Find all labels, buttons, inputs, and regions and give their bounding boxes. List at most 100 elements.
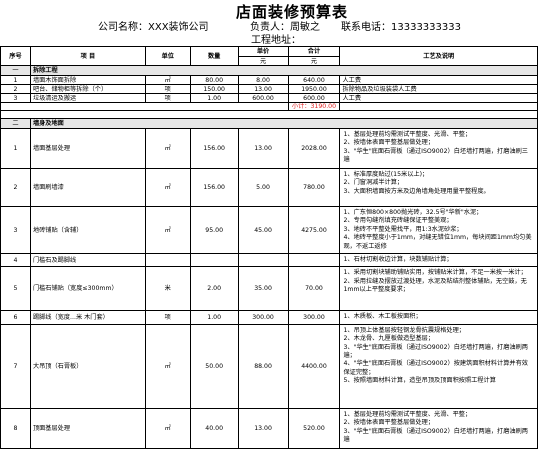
- row-price: 13.00: [237, 128, 289, 169]
- desc-line: 1、木质板、木工板按面积；: [343, 313, 422, 321]
- row-unit: ㎡: [144, 128, 191, 169]
- desc-line: 3、"华生"底面石膏板（通过ISO9002）白坯墙打两遍，打磨油刷两遍；: [343, 343, 528, 360]
- row-item: 顶面基层处理: [29, 407, 146, 449]
- row-unit: ㎡: [144, 407, 191, 449]
- desc-line: 1、采用切割块辅助铺贴实用，按铺贴米计算，不足一米按一米计；: [343, 269, 527, 277]
- row-price: [237, 253, 289, 268]
- row-item: 门槛石铺贴（宽度≤300mm）: [29, 266, 146, 312]
- row-total: [287, 253, 341, 268]
- table-row: 3 垃圾清运及搬运项 1.00 600.00 600.00 人工费: [0, 93, 538, 103]
- row-item: 吧台、储物柜等拆除（个）: [29, 84, 146, 94]
- row-price: 8.00: [237, 75, 289, 85]
- table-row: 5 门槛石铺贴（宽度≤300mm）米 2.00 35.00 70.00 1、采用切割块辅助…: [0, 266, 538, 312]
- desc-line: 4、地砖平整度小于1mm，对缝无错位1mm，每块间距1mm均匀美观，不返工返修: [343, 234, 532, 250]
- table-row: 6 踢脚线（宽度...米 木门套）项 1.00 300.00 300.00 1、木质板、木…: [0, 310, 538, 325]
- row-item: 垃圾清运及搬运: [29, 93, 146, 103]
- spacer-row: [0, 110, 538, 119]
- section-title: 拆除工程: [29, 65, 538, 76]
- row-desc: 1、采用切割块辅助铺贴实用，按铺贴米计算，不足一米按一米计； 2、采用拉缝及摆放过…: [339, 266, 538, 312]
- section-no: 二: [0, 118, 31, 129]
- desc-line: 3、地砖不平整处需找平，用1:3水泥砂浆；: [343, 225, 463, 233]
- row-desc: 人工费: [339, 93, 538, 103]
- row-item: 墙面刷墙漆: [29, 168, 146, 207]
- col-unit-price-sub: 元: [237, 56, 289, 66]
- subtotal-row: 小计：3190.00: [0, 102, 538, 111]
- section-title: 墙身及地面: [29, 118, 538, 129]
- row-total: 300.00: [287, 310, 341, 325]
- row-no: 6: [0, 310, 31, 325]
- row-qty: 1.00: [189, 310, 239, 325]
- row-price: 35.00: [237, 266, 289, 312]
- desc-line: 5、按照墙面材料计算，造型吊顶及顶面积按照工程计算: [343, 377, 496, 385]
- table-row: 2 吧台、储物柜等拆除（个）项 150.00 13.00 1950.00 拆除物品及垃圾装…: [0, 84, 538, 94]
- row-item: 门槛石及踢脚线: [29, 253, 146, 268]
- table-row: 3 地砖铺贴（含辅）㎡ 95.00 45.00 4275.00 1、广东恒800×800抛…: [0, 205, 538, 255]
- row-qty: 80.00: [189, 75, 239, 85]
- table-row: 1 墙面木饰面拆除㎡ 80.00 8.00 640.00 人工费: [0, 75, 538, 85]
- row-desc: 1、标准厚度贴过(15米以上)； 2、门窗洞减半计算； 3、大面积墙面按方米及边角墙…: [339, 168, 538, 207]
- table-row: 8 顶面基层处理㎡ 40.00 13.00 520.00 1、基层处理前均需测试平整度、光…: [0, 407, 538, 449]
- row-unit: ㎡: [144, 168, 191, 207]
- row-no: 1: [0, 75, 31, 85]
- table-row: 4 门槛石及踢脚线 1、石材切割收边计算，块数铺贴计算；: [0, 253, 538, 268]
- header-row: 序号 项 目 单位 数量 单价 合计 工艺及说明: [0, 46, 538, 66]
- row-no: 7: [0, 323, 31, 409]
- row-no: 3: [0, 205, 31, 255]
- row-qty: 95.00: [189, 205, 239, 255]
- blank-cell: [0, 110, 538, 119]
- row-unit: ㎡: [144, 75, 191, 85]
- row-total: 2028.00: [287, 128, 341, 169]
- row-price: 600.00: [237, 93, 289, 103]
- section-no: 一: [0, 65, 31, 76]
- row-qty: [189, 253, 239, 268]
- row-desc: 1、石材切割收边计算，块数铺贴计算；: [339, 253, 538, 268]
- row-qty: 156.00: [189, 128, 239, 169]
- desc-line: 4、"华生"底面石膏板（通过ISO9002）按建筑面积材料计算并有效保证完整；: [343, 360, 528, 376]
- row-unit: 项: [144, 84, 191, 94]
- row-total: 600.00: [287, 93, 341, 103]
- col-total-sub: 元: [287, 56, 341, 66]
- row-no: 2: [0, 168, 31, 207]
- row-item: 墙面木饰面拆除: [29, 75, 146, 85]
- blank-cell: [339, 102, 538, 111]
- col-unit-header: 单位: [144, 46, 191, 66]
- row-total: 1950.00: [287, 84, 341, 94]
- row-qty: 156.00: [189, 168, 239, 207]
- company-name: 公司名称：XXX装饰公司: [98, 22, 209, 33]
- col-unit-price-header: 单价: [237, 46, 289, 57]
- desc-line: 2、木龙骨、九厘板做造型基层；: [343, 335, 435, 343]
- row-desc: 1、吊顶上体基层按轻钢龙骨抗震规格处理； 2、木龙骨、九厘板做造型基层； 3、"华生…: [339, 323, 538, 409]
- row-unit: ㎡: [144, 205, 191, 255]
- row-item: 大吊顶（石膏板）: [29, 323, 146, 409]
- row-qty: 1.00: [189, 93, 239, 103]
- subtotal-cell: 小计：3190.00: [287, 102, 341, 111]
- row-desc: 1、基层处理前均需测试平整度、光滑、平整； 2、按墙体表面平整基层做处理； 3、"华…: [339, 407, 538, 449]
- row-no: 4: [0, 253, 31, 268]
- table-row: 7 大吊顶（石膏板）㎡ 50.00 88.00 4400.00 1、吊顶上体基层按轻钢龙骨…: [0, 323, 538, 409]
- project-address: 工程地址：: [251, 35, 301, 46]
- row-no: 8: [0, 407, 31, 449]
- row-price: 300.00: [237, 310, 289, 325]
- row-item: 墙面基层处理: [29, 128, 146, 169]
- row-total: 70.00: [287, 266, 341, 312]
- table-row: 2 墙面刷墙漆㎡ 156.00 5.00 780.00 1、标准厚度贴过(15米以上)； 2…: [0, 168, 538, 207]
- desc-line: 3、"华生"底面石膏板（通过ISO9002）白坯墙打两遍，打磨油刷两遍: [343, 427, 528, 444]
- desc-line: 1、石材切割收边计算，块数铺贴计算；: [343, 256, 453, 264]
- row-qty: 150.00: [189, 84, 239, 94]
- subtotal-value: 3190.00: [310, 103, 337, 110]
- desc-line: 2、按墙体表面平整基层做处理；: [343, 139, 435, 147]
- row-no: 1: [0, 128, 31, 169]
- row-total: 780.00: [287, 168, 341, 207]
- desc-line: 2、专用勾缝剂填充砖缝保证平整美观；: [343, 217, 453, 225]
- col-no-header: 序号: [0, 46, 31, 66]
- row-unit: 项: [144, 93, 191, 103]
- spreadsheet-page: 店面装修预算表 公司名称：XXX装饰公司 负责人：周敏之 联系电话：133333…: [0, 0, 538, 458]
- desc-line: 2、按墙体表面平整基层做处理；: [343, 419, 435, 427]
- row-desc: 1、木质板、木工板按面积；: [339, 310, 538, 325]
- col-qty-header: 数量: [189, 46, 239, 66]
- desc-line: 2、门窗洞减半计算；: [343, 179, 404, 187]
- desc-line: 1、基层处理前均需测试平整度、光滑、平整；: [343, 410, 472, 418]
- row-total: 4400.00: [287, 323, 341, 409]
- row-desc: 拆除物品及垃圾装袋人工费: [339, 84, 538, 94]
- section-row: 一 拆除工程: [0, 65, 538, 76]
